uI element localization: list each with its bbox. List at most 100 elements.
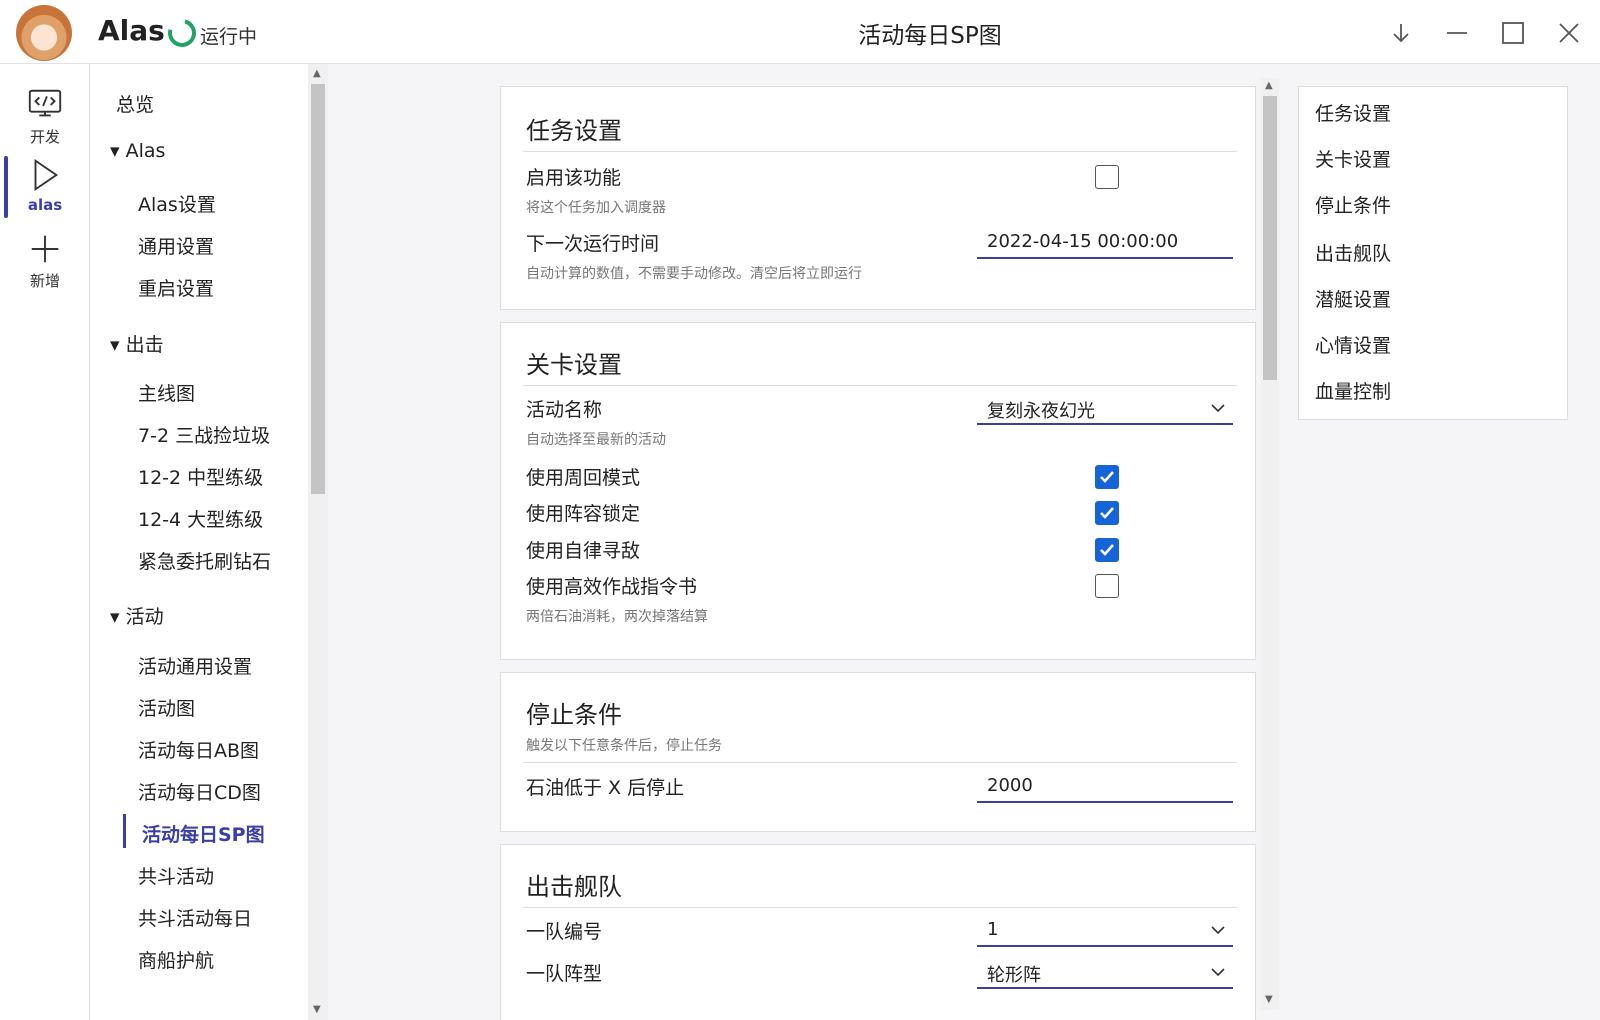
scroll-down-arrow-icon[interactable]: ▼ [313, 1004, 321, 1015]
nav-scrollbar[interactable]: ▲ ▼ [308, 64, 328, 1020]
card-title: 出击舰队 [526, 873, 622, 901]
user-avatar[interactable] [16, 5, 72, 61]
auto-search-label: 使用自律寻敌 [526, 540, 641, 562]
divider [523, 385, 1237, 386]
scroll-up-arrow-icon[interactable]: ▲ [1265, 80, 1273, 91]
toc-item[interactable]: 关卡设置 [1315, 145, 1391, 172]
nav-item[interactable]: 紧急委托刷钻石 [138, 547, 271, 574]
nav-item[interactable]: 活动每日AB图 [138, 736, 259, 763]
card-task-settings: 任务设置 启用该功能 将这个任务加入调度器 下一次运行时间 自动计算的数值，不需… [500, 86, 1256, 310]
next-run-value: 2022-04-15 00:00:00 [987, 231, 1179, 252]
event-name-select[interactable]: 复刻永夜幻光 [977, 393, 1233, 425]
nav-item[interactable]: 活动图 [138, 694, 195, 721]
card-stop-condition: 停止条件 触发以下任意条件后，停止任务 石油低于 X 后停止 2000 [500, 672, 1256, 832]
nav-item[interactable]: 7-2 三战捡垃圾 [138, 421, 270, 448]
combat-book-label: 使用高效作战指令书 [526, 576, 698, 598]
rail-item-add[interactable]: 新增 [0, 230, 90, 291]
maximize-button[interactable] [1490, 10, 1536, 56]
chevron-down-icon [1211, 926, 1225, 935]
toc-item[interactable]: 潜艇设置 [1315, 285, 1391, 312]
loop-mode-checkbox[interactable] [1095, 465, 1119, 489]
close-button[interactable] [1546, 10, 1592, 56]
event-name-label: 活动名称 [526, 399, 603, 421]
running-spinner-icon [162, 13, 202, 53]
icon-rail: 开发 alas 新增 [0, 64, 90, 1020]
nav-scroll-thumb[interactable] [311, 84, 325, 494]
nav-group-event[interactable]: ▾ 活动 [110, 602, 164, 629]
formation-label: 一队阵型 [526, 963, 603, 985]
combat-book-help: 两倍石油消耗，两次掉落结算 [526, 609, 708, 625]
nav-item[interactable]: 商船护航 [138, 946, 214, 973]
nav-item[interactable]: 共斗活动每日 [138, 904, 252, 931]
rail-item-dev[interactable]: 开发 [0, 86, 90, 147]
expand-triangle-icon: ▾ [110, 140, 126, 162]
rail-item-alas[interactable]: alas [0, 156, 90, 214]
toc-item[interactable]: 心情设置 [1315, 331, 1391, 358]
nav-item[interactable]: 12-4 大型练级 [138, 505, 263, 532]
fleet1-select[interactable]: 1 [977, 915, 1233, 947]
nav-overview[interactable]: 总览 [116, 90, 154, 117]
minimize-button[interactable] [1434, 10, 1480, 56]
oil-limit-label: 石油低于 X 后停止 [526, 777, 685, 799]
nav-item-active[interactable]: 活动每日SP图 [142, 820, 265, 847]
loop-mode-label: 使用周回模式 [526, 467, 641, 489]
auto-search-checkbox[interactable] [1095, 538, 1119, 562]
rail-label-add: 新增 [29, 272, 60, 290]
next-run-label: 下一次运行时间 [526, 233, 660, 255]
enable-label: 启用该功能 [526, 167, 622, 189]
fleet-lock-label: 使用阵容锁定 [526, 503, 641, 525]
nav-item[interactable]: 共斗活动 [138, 862, 214, 889]
checkmark-icon [1100, 507, 1114, 519]
card-stage-settings: 关卡设置 活动名称 自动选择至最新的活动 复刻永夜幻光 使用周回模式 使用阵容锁… [500, 322, 1256, 660]
run-status-text: 运行中 [200, 26, 258, 48]
expand-triangle-icon: ▾ [110, 606, 126, 628]
chevron-down-icon [1211, 404, 1225, 413]
toc-item[interactable]: 任务设置 [1315, 99, 1391, 126]
oil-limit-input[interactable]: 2000 [977, 771, 1233, 803]
fleet1-label: 一队编号 [526, 921, 603, 943]
card-subtitle: 触发以下任意条件后，停止任务 [526, 738, 722, 754]
toc-item[interactable]: 血量控制 [1315, 377, 1391, 404]
enable-checkbox[interactable] [1095, 165, 1119, 189]
nav-item[interactable]: Alas设置 [138, 190, 216, 217]
fleet1-value: 1 [987, 919, 999, 940]
scroll-up-arrow-icon[interactable]: ▲ [313, 68, 321, 79]
rail-label-alas: alas [27, 196, 63, 214]
nav-item[interactable]: 活动每日CD图 [138, 778, 261, 805]
divider [523, 151, 1237, 152]
formation-select[interactable]: 轮形阵 [977, 957, 1233, 989]
next-run-input[interactable]: 2022-04-15 00:00:00 [977, 227, 1233, 259]
nav-group-alas[interactable]: ▾ Alas [110, 140, 165, 162]
download-icon[interactable] [1378, 10, 1424, 56]
nav-item[interactable]: 活动通用设置 [138, 652, 252, 679]
rail-label-dev: 开发 [29, 128, 60, 146]
card-title: 关卡设置 [526, 351, 622, 379]
divider [523, 907, 1237, 908]
play-icon [34, 158, 59, 192]
nav-group-label: 活动 [125, 606, 164, 628]
nav-group-label: Alas [125, 140, 166, 162]
nav-group-attack[interactable]: ▾ 出击 [110, 330, 164, 357]
toc-item[interactable]: 出击舰队 [1315, 239, 1391, 266]
checkmark-icon [1100, 471, 1114, 483]
card-title: 任务设置 [526, 117, 622, 145]
nav-active-indicator [123, 814, 126, 848]
event-name-value: 复刻永夜幻光 [987, 401, 1095, 422]
oil-limit-value: 2000 [987, 775, 1033, 796]
plus-icon [31, 235, 59, 263]
formation-value: 轮形阵 [987, 965, 1041, 986]
toc-item[interactable]: 停止条件 [1315, 191, 1391, 218]
nav-item[interactable]: 重启设置 [138, 274, 214, 301]
nav-item[interactable]: 主线图 [138, 379, 195, 406]
scroll-down-arrow-icon[interactable]: ▼ [1265, 994, 1273, 1005]
card-title: 停止条件 [526, 701, 622, 729]
nav-item[interactable]: 12-2 中型练级 [138, 463, 263, 490]
section-toc: 任务设置 关卡设置 停止条件 出击舰队 潜艇设置 心情设置 血量控制 [1298, 86, 1568, 420]
checkmark-icon [1100, 544, 1114, 556]
content-scroll-thumb[interactable] [1263, 96, 1277, 380]
content-scrollbar[interactable]: ▲ ▼ [1261, 78, 1279, 1010]
combat-book-checkbox[interactable] [1095, 574, 1119, 598]
fleet-lock-checkbox[interactable] [1095, 501, 1119, 525]
divider [523, 762, 1237, 763]
nav-item[interactable]: 通用设置 [138, 232, 214, 259]
